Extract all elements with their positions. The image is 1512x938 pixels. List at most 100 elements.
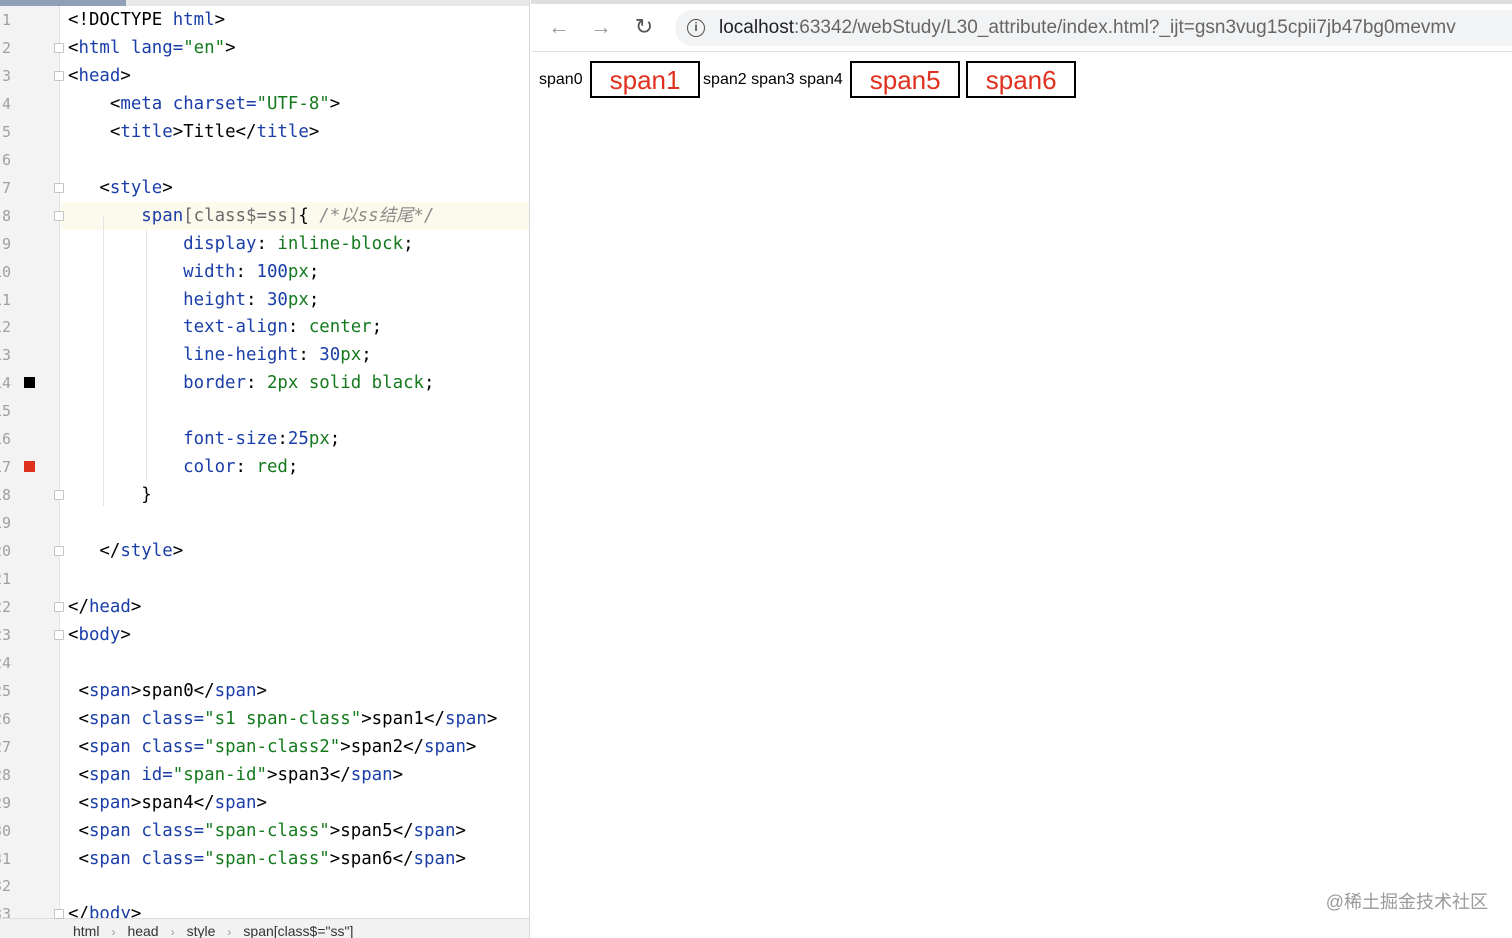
line-number: 2 [1, 38, 11, 57]
code-editor[interactable]: 1234567891011121314151617181920212223242… [0, 0, 530, 938]
browser-toolbar: ← → ↻ i localhost:63342/webStudy/L30_att… [531, 4, 1512, 52]
line-number: 28 [0, 765, 11, 784]
code-line: <html lang="en"> [68, 34, 529, 62]
line-number: 31 [0, 849, 11, 868]
code-line: height: 30px; [68, 286, 529, 314]
styled-span: span1 [590, 61, 701, 98]
fold-marker-icon[interactable] [54, 70, 64, 81]
url-text[interactable]: localhost:63342/webStudy/L30_attribute/i… [719, 17, 1456, 39]
chevron-right-icon: › [227, 925, 232, 938]
reload-icon[interactable]: ↻ [630, 14, 658, 40]
code-token: >span3</ [266, 764, 351, 785]
fold-marker-icon[interactable] [54, 629, 64, 640]
line-number: 27 [0, 737, 11, 756]
line-number: 18 [0, 486, 11, 505]
code-token: : [287, 317, 309, 338]
code-line: <meta charset="UTF-8"> [68, 90, 529, 118]
browser-window: ← → ↻ i localhost:63342/webStudy/L30_att… [531, 0, 1512, 938]
breadcrumb-item[interactable]: html [73, 923, 99, 938]
code-token: > [455, 848, 466, 869]
code-token: < [68, 708, 89, 729]
code-token: line-height [68, 345, 299, 366]
watermark: @稀土掘金技术社区 [1325, 892, 1488, 912]
code-line: } [68, 481, 529, 509]
code-token: 100 [256, 261, 288, 282]
code-token: : [256, 233, 278, 254]
line-number: 3 [1, 66, 11, 85]
code-token: "span-class" [204, 848, 330, 869]
fold-marker-icon[interactable] [54, 601, 64, 612]
code-token: font-size [68, 429, 278, 450]
url-path: :63342/webStudy/L30_attribute/index.html… [794, 17, 1456, 38]
code-token: > [256, 792, 267, 813]
line-number: 22 [0, 597, 11, 616]
code-token: 30 [266, 289, 288, 310]
code-token: ; [329, 429, 341, 450]
code-token: px [287, 261, 309, 282]
code-token: body [78, 624, 121, 645]
code-token: ; [371, 317, 383, 338]
breadcrumb-item[interactable]: span[class$="ss"] [243, 923, 353, 938]
line-number: 1 [1, 11, 11, 29]
code-token: >span6</ [329, 848, 414, 869]
fold-marker-icon[interactable] [54, 546, 64, 557]
code-token: : [246, 289, 267, 310]
code-token: : [235, 261, 257, 282]
code-token: width [68, 261, 236, 282]
code-token: [class$=ss] [183, 205, 299, 226]
code-token: < [68, 736, 89, 757]
line-number: 10 [0, 262, 11, 281]
code-token: >span5</ [329, 820, 414, 841]
info-icon[interactable]: i [687, 19, 705, 37]
code-token: span [424, 736, 466, 757]
code-line: text-align: center; [68, 313, 529, 341]
code-token: id= [130, 764, 173, 785]
line-number: 23 [0, 625, 11, 644]
line-number: 30 [0, 821, 11, 840]
code-token: span [88, 680, 131, 701]
color-swatch-icon[interactable] [24, 461, 35, 473]
code-token: ; [424, 373, 435, 394]
code-token: > [225, 37, 236, 58]
code-line: <style> [68, 174, 529, 202]
code-token: > [486, 708, 498, 729]
line-number: 25 [0, 681, 11, 700]
code-token: title [120, 121, 173, 142]
chevron-right-icon: › [111, 925, 116, 938]
code-token: span [413, 848, 456, 869]
code-token: < [68, 177, 110, 198]
breadcrumb-item[interactable]: style [187, 923, 216, 938]
fold-marker-icon[interactable] [54, 490, 64, 501]
fold-marker-icon[interactable] [54, 42, 64, 53]
plain-span: span0 [539, 70, 583, 88]
code-token: > [120, 65, 131, 86]
back-icon[interactable]: ← [545, 14, 573, 40]
code-line: span[class$=ss]{ /*以ss结尾*/ [68, 202, 529, 230]
code-token: < [68, 792, 89, 813]
code-token: >span0</ [130, 680, 215, 701]
fold-marker-icon[interactable] [54, 182, 64, 193]
color-swatch-icon[interactable] [24, 377, 35, 389]
plain-span: span4 [799, 70, 843, 88]
code-token: span [88, 764, 131, 785]
code-token: html [78, 37, 121, 58]
code-token: < [68, 93, 121, 114]
line-number: 12 [0, 318, 11, 337]
code-token: ; [308, 289, 320, 310]
code-token: <!DOCTYPE [68, 10, 173, 30]
address-bar[interactable]: i localhost:63342/webStudy/L30_attribute… [675, 10, 1512, 46]
fold-marker-icon[interactable] [54, 909, 64, 920]
code-token: 30 [319, 345, 341, 366]
breadcrumb-item[interactable]: head [127, 923, 158, 938]
code-token: > [392, 764, 404, 785]
line-number: 6 [1, 150, 11, 169]
code-token: border [68, 373, 246, 394]
line-number: 15 [0, 402, 11, 421]
fold-marker-icon[interactable] [54, 210, 64, 221]
code-token: html [172, 10, 215, 30]
forward-icon[interactable]: → [587, 14, 615, 40]
rendered-page: span0 span1 span2 span3 span4 span5 span6 [539, 61, 1079, 98]
